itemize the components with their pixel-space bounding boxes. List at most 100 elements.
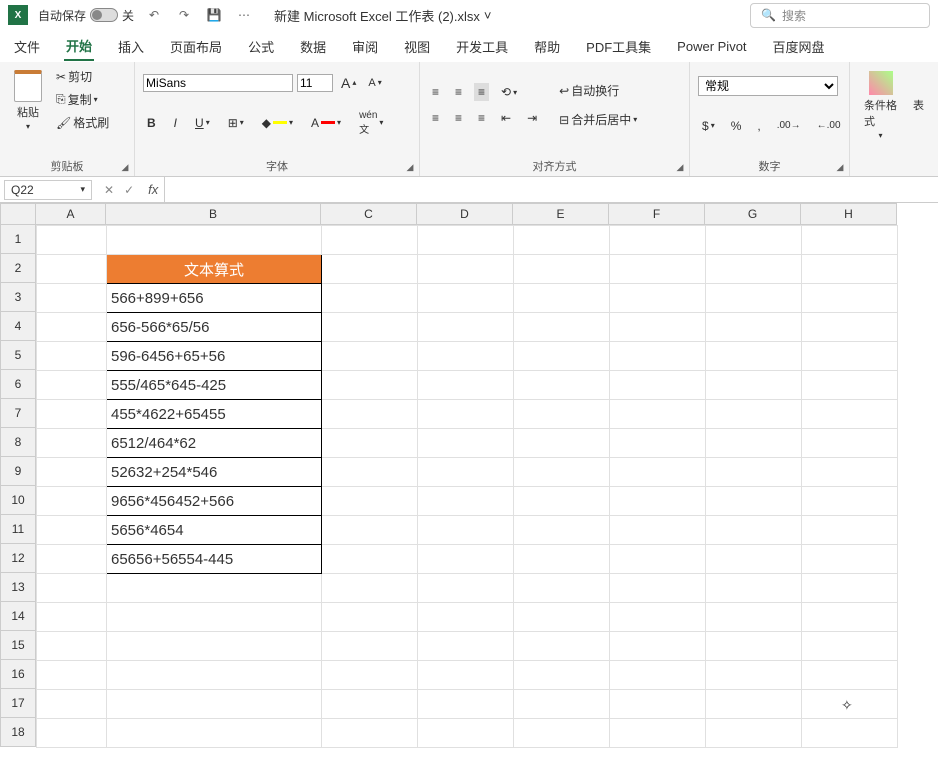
tab-Power Pivot[interactable]: Power Pivot (675, 35, 748, 58)
cell-H4[interactable] (802, 313, 898, 342)
cell-H7[interactable] (802, 400, 898, 429)
cell-B4[interactable]: 656-566*65/56 (107, 313, 322, 342)
col-header-D[interactable]: D (417, 203, 513, 225)
cell-F3[interactable] (610, 284, 706, 313)
cell-E18[interactable] (514, 719, 610, 748)
cell-E2[interactable] (514, 255, 610, 284)
format-painter-button[interactable]: 🖌格式刷 (52, 112, 113, 133)
italic-button[interactable]: I (170, 114, 181, 132)
row-header-10[interactable]: 10 (0, 486, 36, 515)
tab-插入[interactable]: 插入 (116, 33, 146, 60)
number-dialog-launcher[interactable]: ◢ (834, 161, 846, 173)
cell-H14[interactable] (802, 603, 898, 632)
cell-B12[interactable]: 65656+56554-445 (107, 545, 322, 574)
cell-H5[interactable] (802, 342, 898, 371)
indent-increase-button[interactable]: ⇥ (523, 109, 541, 127)
cell-G15[interactable] (706, 632, 802, 661)
cell-D12[interactable] (418, 545, 514, 574)
cell-F9[interactable] (610, 458, 706, 487)
cell-E4[interactable] (514, 313, 610, 342)
redo-button[interactable]: ↷ (174, 5, 194, 25)
cell-B10[interactable]: 9656*456452+566 (107, 487, 322, 516)
decrease-font-button[interactable]: A▾ (364, 75, 385, 91)
cell-C12[interactable] (322, 545, 418, 574)
cell-G17[interactable] (706, 690, 802, 719)
cell-B8[interactable]: 6512/464*62 (107, 429, 322, 458)
col-header-A[interactable]: A (36, 203, 106, 225)
align-middle-button[interactable]: ≡ (451, 83, 466, 101)
cell-B16[interactable] (107, 661, 322, 690)
row-header-12[interactable]: 12 (0, 544, 36, 573)
cell-A10[interactable] (37, 487, 107, 516)
cell-C5[interactable] (322, 342, 418, 371)
cell-G18[interactable] (706, 719, 802, 748)
cell-H11[interactable] (802, 516, 898, 545)
cell-A16[interactable] (37, 661, 107, 690)
font-dialog-launcher[interactable]: ◢ (404, 161, 416, 173)
cell-H10[interactable] (802, 487, 898, 516)
cell-D8[interactable] (418, 429, 514, 458)
cell-G4[interactable] (706, 313, 802, 342)
indent-decrease-button[interactable]: ⇤ (497, 109, 515, 127)
cell-A7[interactable] (37, 400, 107, 429)
cell-A12[interactable] (37, 545, 107, 574)
cell-G8[interactable] (706, 429, 802, 458)
spreadsheet-grid[interactable]: ABCDEFGH 123456789101112131415161718 文本算… (0, 203, 938, 748)
cell-D17[interactable] (418, 690, 514, 719)
orientation-button[interactable]: ⟲▾ (497, 83, 521, 101)
row-header-18[interactable]: 18 (0, 718, 36, 747)
cell-H13[interactable] (802, 574, 898, 603)
cell-H2[interactable] (802, 255, 898, 284)
cell-C3[interactable] (322, 284, 418, 313)
cancel-formula-button[interactable]: ✕ (100, 181, 118, 199)
cell-E14[interactable] (514, 603, 610, 632)
row-header-16[interactable]: 16 (0, 660, 36, 689)
cell-C7[interactable] (322, 400, 418, 429)
cell-G5[interactable] (706, 342, 802, 371)
tab-公式[interactable]: 公式 (246, 33, 276, 60)
align-left-button[interactable]: ≡ (428, 109, 443, 127)
row-header-9[interactable]: 9 (0, 457, 36, 486)
cell-B11[interactable]: 5656*4654 (107, 516, 322, 545)
cell-D5[interactable] (418, 342, 514, 371)
qat-more-button[interactable]: ⋯ (234, 5, 254, 25)
row-header-5[interactable]: 5 (0, 341, 36, 370)
tab-PDF工具集[interactable]: PDF工具集 (584, 33, 653, 60)
cell-F10[interactable] (610, 487, 706, 516)
tab-视图[interactable]: 视图 (402, 33, 432, 60)
cell-B7[interactable]: 455*4622+65455 (107, 400, 322, 429)
font-name-select[interactable] (143, 74, 293, 92)
row-header-1[interactable]: 1 (0, 225, 36, 254)
align-right-button[interactable]: ≡ (474, 109, 489, 127)
cells[interactable]: 文本算式566+899+656656-566*65/56596-6456+65+… (36, 225, 898, 748)
fx-icon[interactable]: fx (142, 182, 164, 197)
cell-H8[interactable] (802, 429, 898, 458)
increase-font-button[interactable]: A▴ (337, 73, 360, 93)
cell-C4[interactable] (322, 313, 418, 342)
align-bottom-button[interactable]: ≡ (474, 83, 489, 101)
row-header-7[interactable]: 7 (0, 399, 36, 428)
search-input[interactable]: 🔍 搜索 (750, 3, 930, 28)
row-header-11[interactable]: 11 (0, 515, 36, 544)
autosave-toggle[interactable]: 自动保存 关 (38, 7, 134, 24)
cell-E6[interactable] (514, 371, 610, 400)
cell-H3[interactable] (802, 284, 898, 313)
undo-button[interactable]: ↶ (144, 5, 164, 25)
currency-button[interactable]: $▾ (698, 117, 719, 135)
cell-E17[interactable] (514, 690, 610, 719)
align-top-button[interactable]: ≡ (428, 83, 443, 101)
row-header-14[interactable]: 14 (0, 602, 36, 631)
name-box[interactable]: Q22 ▾ (4, 180, 92, 200)
font-size-select[interactable] (297, 74, 333, 92)
row-header-2[interactable]: 2 (0, 254, 36, 283)
cell-E10[interactable] (514, 487, 610, 516)
cell-G12[interactable] (706, 545, 802, 574)
font-color-button[interactable]: A▾ (307, 114, 345, 132)
cell-B6[interactable]: 555/465*645-425 (107, 371, 322, 400)
cell-C2[interactable] (322, 255, 418, 284)
cell-A6[interactable] (37, 371, 107, 400)
cell-B18[interactable] (107, 719, 322, 748)
tab-开始[interactable]: 开始 (64, 32, 94, 61)
cell-A17[interactable] (37, 690, 107, 719)
cell-H12[interactable] (802, 545, 898, 574)
